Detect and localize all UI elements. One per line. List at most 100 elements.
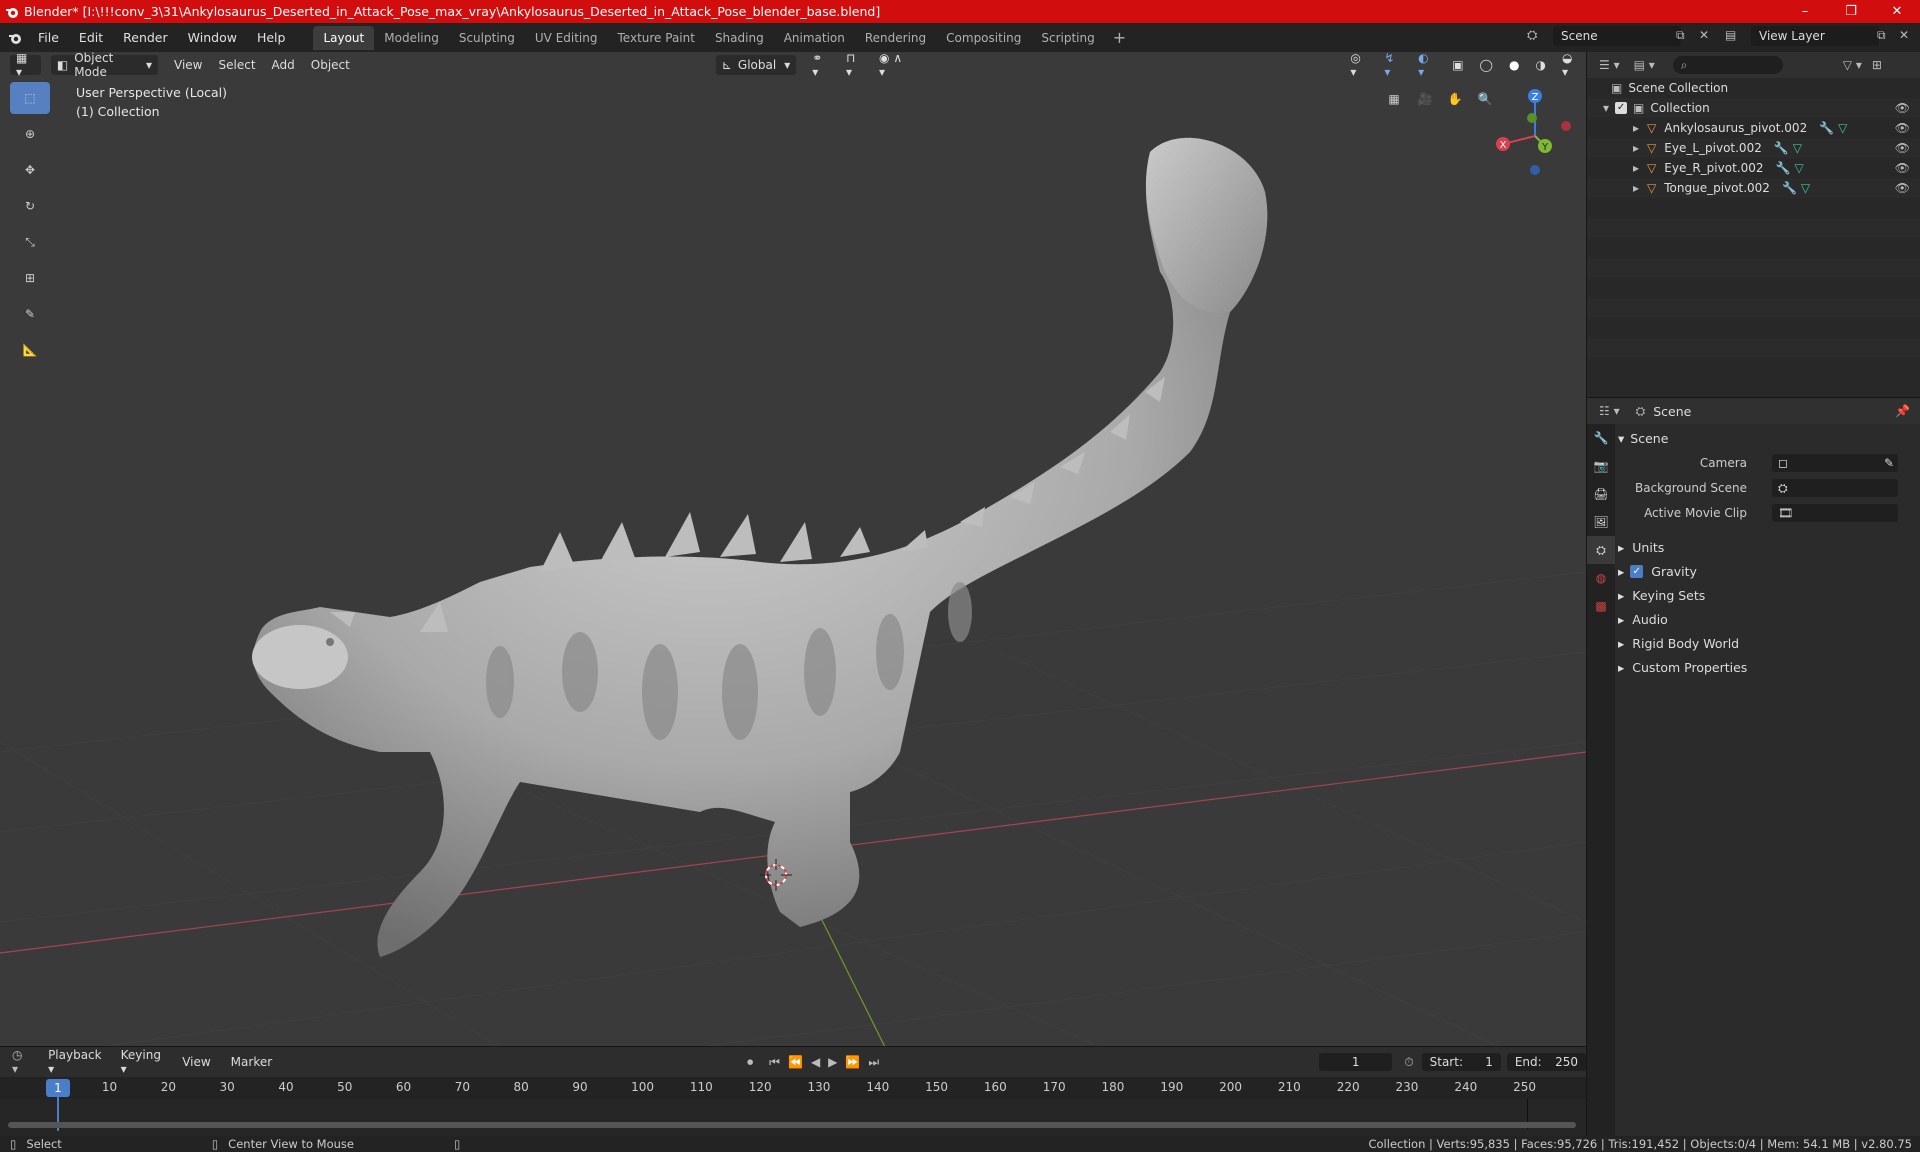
record-icon[interactable]: ⏺ [747,1055,753,1070]
gravity-checkbox[interactable]: ✓ [1630,564,1644,578]
outliner-item[interactable]: ▸ ▽ Eye_R_pivot.002 🔧 ▽ 👁 [1587,158,1920,178]
rigid-body-world-section[interactable]: ▸ Rigid Body World [1618,633,1918,653]
pivot-icon[interactable]: ⚭ ▾ [806,52,836,79]
3d-viewport[interactable]: ▦ ▾ ◧ Object Mode ▾ View Select Add Obje… [0,52,1586,1047]
delete-scene-icon[interactable]: ✕ [1699,28,1709,42]
menu-file[interactable]: File [28,30,69,45]
overlay-toggle-icon[interactable]: ◐ ▾ [1412,52,1442,79]
expand-arrow-icon[interactable]: ▸ [1633,121,1639,135]
view-layer-tab-icon[interactable]: 🖼 [1587,508,1615,536]
scene-selector[interactable]: Scene [1553,26,1681,46]
outliner-collection[interactable]: ▾ ✓ ▣ Collection 👁 [1587,98,1920,118]
eye-icon[interactable]: 👁 [1895,101,1910,115]
menu-render[interactable]: Render [113,30,178,45]
pin-icon[interactable]: 📌 [1895,404,1910,418]
collapse-arrow-icon[interactable]: ▾ [1603,101,1609,115]
new-viewlayer-icon[interactable]: ⧉ [1877,28,1886,43]
eye-icon[interactable]: 👁 [1895,121,1910,135]
camera-icon[interactable]: 🎥 [1412,86,1438,112]
audio-section[interactable]: ▸ Audio [1618,609,1918,629]
eye-icon[interactable]: 👁 [1895,181,1910,195]
menu-help[interactable]: Help [247,30,296,45]
expand-arrow-icon[interactable]: ▸ [1633,141,1639,155]
outliner-item[interactable]: ▸ ▽ Eye_L_pivot.002 🔧 ▽ 👁 [1587,138,1920,158]
tab-scripting[interactable]: Scripting [1031,26,1104,50]
area-separator[interactable] [1587,397,1920,398]
gravity-section[interactable]: ▸ ✓ Gravity [1618,561,1918,581]
pan-hand-icon[interactable]: ✋ [1442,86,1468,112]
navigation-gizmo[interactable]: Z X Y [1490,86,1580,176]
outliner-search-input[interactable]: ⌕ [1672,56,1783,74]
outliner-editor-icon[interactable]: ☰ ▾ [1599,58,1620,72]
delete-viewlayer-icon[interactable]: ✕ [1899,28,1909,42]
material-shading-icon[interactable]: ◑ [1529,55,1551,75]
prev-keyframe-icon[interactable]: ⏪ [788,1055,803,1069]
menu-edit[interactable]: Edit [69,30,113,45]
transform-orientation-dropdown[interactable]: ⊾ Global ▾ [715,55,797,75]
camera-field[interactable]: ◻ ✎ [1772,454,1898,472]
eye-icon[interactable]: 👁 [1895,161,1910,175]
play-reverse-icon[interactable]: ◀ [811,1055,820,1069]
maximize-button[interactable]: ❐ [1828,0,1874,23]
menu-window[interactable]: Window [178,30,247,45]
visibility-icon[interactable]: ◎ ▾ [1344,52,1374,79]
viewlayer-selector[interactable]: View Layer [1751,26,1879,46]
units-section[interactable]: ▸ Units [1618,537,1918,557]
outliner-item[interactable]: ▸ ▽ Tongue_pivot.002 🔧 ▽ 👁 [1587,178,1920,198]
menu-view[interactable]: View [168,55,208,75]
move-icon[interactable]: ✥ [10,154,50,186]
add-workspace-button[interactable]: + [1105,28,1134,47]
background-scene-field[interactable]: ⛭ [1772,479,1898,497]
menu-marker[interactable]: Marker [231,1055,272,1069]
world-tab-icon[interactable]: ◍ [1587,564,1615,592]
blender-menu-icon[interactable] [8,31,22,45]
cursor-icon[interactable]: ⊕ [10,118,50,150]
menu-playback[interactable]: Playback ▾ [48,1048,111,1076]
rotate-icon[interactable]: ↻ [10,190,50,222]
solid-shading-icon[interactable]: ● [1503,55,1525,75]
xray-icon[interactable]: ▣ [1446,55,1469,75]
tab-texture-paint[interactable]: Texture Paint [608,26,705,50]
keying-sets-section[interactable]: ▸ Keying Sets [1618,585,1918,605]
minimize-button[interactable]: – [1782,0,1828,23]
eyedropper-icon[interactable]: ✎ [1884,456,1894,470]
gizmo-toggle-icon[interactable]: ↯ ▾ [1378,52,1408,79]
tab-layout[interactable]: Layout [313,25,375,50]
toggle-camera-view-icon[interactable]: ▦ [1381,86,1407,112]
measure-icon[interactable]: 📐 [10,334,50,366]
tab-uv-editing[interactable]: UV Editing [525,26,608,50]
jump-end-icon[interactable]: ⏭ [868,1055,879,1070]
new-scene-icon[interactable]: ⧉ [1676,28,1685,43]
new-collection-icon[interactable]: ⊞ [1872,58,1882,72]
next-keyframe-icon[interactable]: ⏩ [845,1055,860,1069]
viewlayer-icon[interactable]: ▤ [1725,28,1736,42]
display-mode-icon[interactable]: ▤ ▾ [1634,58,1655,72]
area-separator[interactable] [0,1046,1586,1047]
render-tab-icon[interactable]: 📷 [1587,452,1615,480]
tab-rendering[interactable]: Rendering [855,26,936,50]
ankylosaurus-model[interactable] [252,137,1268,957]
timeline-editor-icon[interactable]: ◷ ▾ [12,1048,32,1076]
tab-sculpting[interactable]: Sculpting [449,26,525,50]
end-frame-field[interactable]: End: 250 [1506,1053,1587,1071]
area-separator[interactable] [1586,52,1587,1136]
mode-dropdown[interactable]: ◧ Object Mode ▾ [50,52,159,79]
collection-checkbox[interactable]: ✓ [1615,102,1628,114]
frame-ruler[interactable]: 10 20 30 40 50 60 70 80 90 100 110 120 130 140 150 160 1… [0,1077,1586,1099]
menu-object[interactable]: Object [305,55,356,75]
editor-type-button[interactable]: ▦ ▾ [10,52,41,79]
rendered-shading-icon[interactable]: ◒ ▾ [1556,52,1586,79]
filter-icon[interactable]: ▽ ▾ [1843,58,1862,72]
annotate-icon[interactable]: ✎ [10,298,50,330]
snap-icon[interactable]: ⊓ ▾ [840,52,869,79]
scene-type-icon[interactable]: ⛭ [1527,28,1537,43]
tab-modeling[interactable]: Modeling [374,26,449,50]
start-frame-field[interactable]: Start: 1 [1421,1053,1501,1071]
close-button[interactable]: ✕ [1874,0,1920,23]
scene-panel-header[interactable]: ▾ Scene [1618,428,1918,448]
outliner-scene-collection[interactable]: ▣ Scene Collection [1587,78,1920,98]
eye-icon[interactable]: 👁 [1895,141,1910,155]
custom-properties-section[interactable]: ▸ Custom Properties [1618,657,1918,677]
tool-tab-icon[interactable]: 🔧 [1587,424,1615,452]
tab-animation[interactable]: Animation [774,26,855,50]
